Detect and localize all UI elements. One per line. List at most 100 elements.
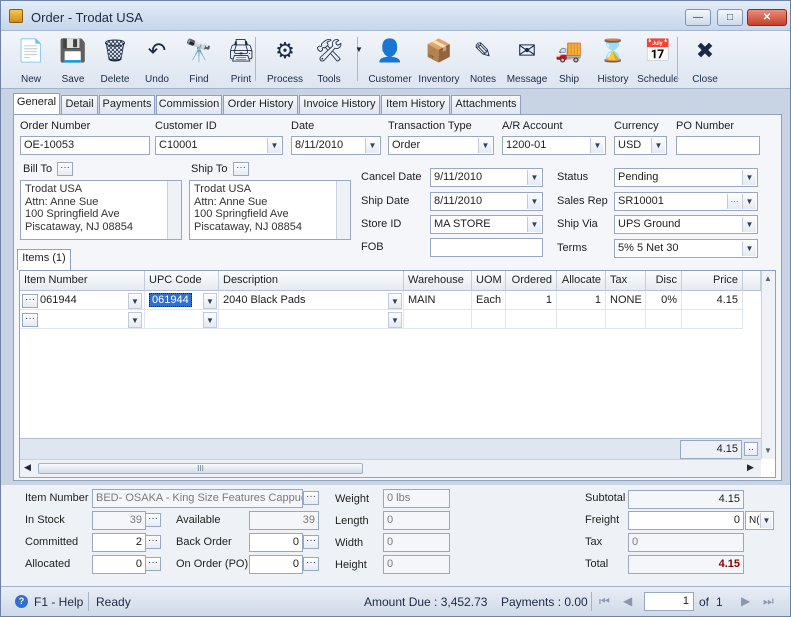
sales-rep-field[interactable]: SR10001 ··· ▼ [614,192,758,211]
po-number-field[interactable] [676,136,760,155]
chevron-down-icon[interactable]: ▼ [590,138,604,153]
prev-page-icon[interactable]: ◀ [623,594,632,608]
chevron-down-icon[interactable]: ▼ [527,194,541,209]
grid-footer-more-icon[interactable]: .. [744,442,758,456]
empty-cell[interactable] [20,310,145,329]
chevron-down-icon[interactable]: ▼ [365,138,379,153]
tab-order-history[interactable]: Order History [223,95,298,114]
more-icon[interactable]: ··· [727,194,741,209]
chevron-down-icon[interactable]: ▼ [651,138,665,153]
toolbar-find-button[interactable]: 🔭 Find [179,33,219,87]
toolbar-ship-button[interactable]: 🚚 Ship [549,33,589,87]
tools-dropdown-icon[interactable]: ▼ [355,45,363,54]
empty-cell[interactable] [682,310,743,329]
column-header[interactable]: Item Number [20,271,145,291]
chevron-down-icon[interactable]: ▼ [388,293,402,309]
chevron-down-icon[interactable]: ▼ [742,170,756,185]
toolbar-notes-button[interactable]: ✎ Notes [461,33,505,87]
toolbar-close-button[interactable]: ✖ Close [685,33,725,87]
ship-to-address[interactable]: Trodat USA Attn: Anne Sue 100 Springfiel… [189,180,351,240]
currency-select[interactable]: USD ▼ [614,136,667,155]
chevron-down-icon[interactable]: ▼ [267,138,281,153]
toolbar-tools-button[interactable]: 🛠 Tools [307,33,351,87]
scroll-down-icon[interactable]: ▼ [764,446,772,455]
toolbar-history-button[interactable]: ⌛ History [591,33,635,87]
column-header[interactable]: Ordered [506,271,557,291]
toolbar-save-button[interactable]: 💾 Save [53,33,93,87]
store-id-select[interactable]: MA STORE ▼ [430,215,543,234]
ship-via-select[interactable]: UPS Ground ▼ [614,215,758,234]
empty-cell[interactable] [506,310,557,329]
column-header[interactable]: Tax [606,271,646,291]
status-select[interactable]: Pending ▼ [614,168,758,187]
table-cell[interactable]: Each [472,291,506,310]
column-header[interactable]: Disc [646,271,682,291]
chevron-down-icon[interactable]: ▼ [527,170,541,185]
first-page-icon[interactable]: ⏮ [599,594,610,609]
order-number-field[interactable]: OE-10053 [20,136,150,155]
help-link[interactable]: F1 - Help [34,595,83,609]
chevron-down-icon[interactable]: ▼ [128,293,142,309]
page-number-input[interactable]: 1 [644,592,694,611]
minimize-button[interactable]: — [685,9,711,26]
table-cell[interactable]: 4.15 [682,291,743,310]
toolbar-new-button[interactable]: 📄 New [11,33,51,87]
ship-date-field[interactable]: 8/11/2010 ▼ [430,192,543,211]
ar-account-select[interactable]: 1200-01 ▼ [502,136,606,155]
date-field[interactable]: 8/11/2010 ▼ [291,136,381,155]
tab-item-history[interactable]: Item History [381,95,450,114]
toolbar-message-button[interactable]: ✉ Message [505,33,549,87]
item-lookup-button[interactable]: ··· [303,491,319,505]
table-cell[interactable]: 0% [646,291,682,310]
chevron-down-icon[interactable]: ▼ [203,293,217,309]
scroll-left-icon[interactable]: ◀ [24,462,31,473]
on-order-more-icon[interactable]: ··· [303,557,319,571]
grid-vertical-scrollbar[interactable]: ▲ ▼ [761,271,775,459]
empty-cell[interactable] [404,310,472,329]
next-page-icon[interactable]: ▶ [741,594,750,608]
column-header[interactable]: Description [219,271,404,291]
committed-more-icon[interactable]: ··· [145,535,161,549]
chevron-down-icon[interactable]: ▼ [128,312,142,328]
cancel-date-field[interactable]: 9/11/2010 ▼ [430,168,543,187]
row-lookup-button[interactable]: ··· [22,294,38,308]
table-cell[interactable]: NONE [606,291,646,310]
grid-horizontal-scrollbar[interactable]: ◀ III ▶ [20,459,761,477]
toolbar-undo-button[interactable]: ↶ Undo [137,33,177,87]
empty-cell[interactable] [646,310,682,329]
help-icon[interactable]: ? [15,595,28,608]
bill-to-scrollbar[interactable] [167,181,181,239]
chevron-down-icon[interactable]: ▼ [742,194,756,209]
empty-cell[interactable] [472,310,506,329]
close-window-button[interactable]: ✕ [747,9,787,26]
terms-select[interactable]: 5% 5 Net 30 ▼ [614,239,758,258]
toolbar-customer-button[interactable]: 👤 Customer [363,33,417,87]
column-header[interactable]: Price [682,271,743,291]
empty-cell[interactable] [606,310,646,329]
ship-to-scrollbar[interactable] [336,181,350,239]
fob-field[interactable] [430,238,543,257]
chevron-down-icon[interactable]: ▼ [478,138,492,153]
tab-items[interactable]: Items (1) [17,249,71,270]
tab-commission[interactable]: Commission [156,95,222,114]
freight-code-select[interactable]: N(▼ [745,511,774,530]
ship-to-lookup-button[interactable]: ··· [233,162,249,176]
scroll-up-icon[interactable]: ▲ [764,274,772,283]
table-cell[interactable]: 1 [506,291,557,310]
bill-to-lookup-button[interactable]: ··· [57,162,73,176]
allocated-more-icon[interactable]: ··· [145,557,161,571]
chevron-down-icon[interactable]: ▼ [527,217,541,232]
table-cell[interactable]: 061944 [20,291,145,310]
tab-attachments[interactable]: Attachments [451,95,521,114]
tab-payments[interactable]: Payments [99,95,155,114]
chevron-down-icon[interactable]: ▼ [388,312,402,328]
column-header[interactable]: Allocate [557,271,606,291]
column-header[interactable]: UOM [472,271,506,291]
toolbar-inventory-button[interactable]: 📦 Inventory [415,33,463,87]
freight-field[interactable]: 0 [628,511,744,530]
toolbar-process-button[interactable]: ⚙ Process [263,33,307,87]
tab-general[interactable]: General [13,93,60,115]
chevron-down-icon[interactable]: ▼ [742,217,756,232]
scroll-thumb[interactable]: III [38,463,363,474]
column-header[interactable]: Warehouse [404,271,472,291]
